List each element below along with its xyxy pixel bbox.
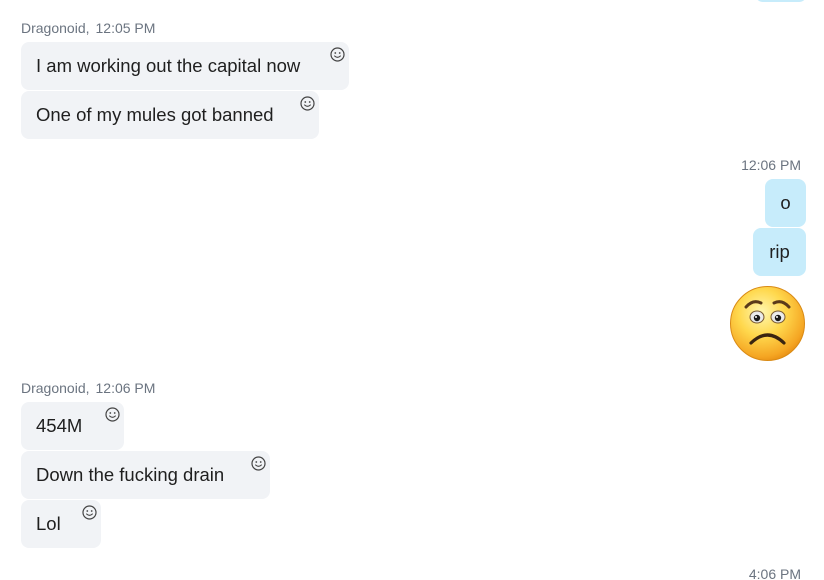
incoming-message[interactable]: Lol bbox=[21, 500, 101, 548]
smiley-reaction-icon[interactable] bbox=[251, 456, 266, 471]
sender-name[interactable]: Dragonoid, bbox=[21, 380, 90, 396]
message-timestamp: 4:06 PM bbox=[748, 566, 801, 580]
incoming-message[interactable]: I am working out the capital now bbox=[21, 42, 349, 90]
worried-face-emoji[interactable] bbox=[729, 285, 806, 362]
message-timestamp: 12:06 PM bbox=[741, 157, 801, 173]
message-header: Dragonoid, 12:06 PM bbox=[21, 380, 155, 396]
message-timestamp: 12:06 PM bbox=[95, 380, 156, 396]
sender-name[interactable]: Dragonoid, bbox=[21, 20, 90, 36]
message-header: Dragonoid, 12:05 PM bbox=[21, 20, 155, 36]
incoming-message[interactable]: 454M bbox=[21, 402, 124, 450]
message-text: 454M bbox=[36, 415, 83, 436]
message-text: One of my mules got banned bbox=[36, 104, 274, 125]
chat-conversation: Dragonoid, 12:05 PM I am working out the … bbox=[0, 0, 824, 580]
message-text: rip bbox=[769, 241, 790, 262]
smiley-reaction-icon[interactable] bbox=[330, 47, 345, 62]
smiley-reaction-icon[interactable] bbox=[82, 505, 97, 520]
message-text: Down the fucking drain bbox=[36, 464, 225, 485]
message-text: I am working out the capital now bbox=[36, 55, 301, 76]
message-timestamp: 12:05 PM bbox=[95, 20, 156, 36]
outgoing-message[interactable]: rip bbox=[753, 228, 806, 276]
incoming-message[interactable]: One of my mules got banned bbox=[21, 91, 319, 139]
smiley-reaction-icon[interactable] bbox=[105, 407, 120, 422]
previous-outgoing-message-edge[interactable] bbox=[755, 0, 807, 2]
message-text: Lol bbox=[36, 513, 61, 534]
outgoing-message[interactable]: o bbox=[765, 179, 806, 227]
incoming-message[interactable]: Down the fucking drain bbox=[21, 451, 270, 499]
smiley-reaction-icon[interactable] bbox=[300, 96, 315, 111]
message-text: o bbox=[780, 192, 791, 213]
